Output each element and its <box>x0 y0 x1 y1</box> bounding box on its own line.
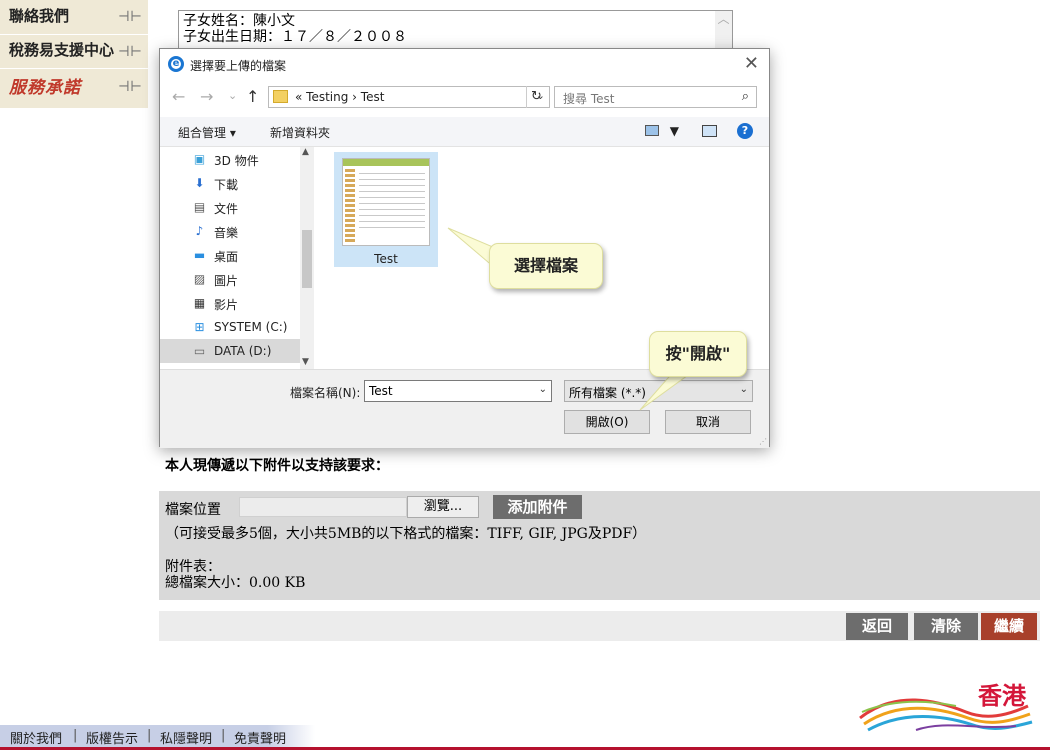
resize-grip-icon[interactable]: ⋰ <box>759 437 767 446</box>
filename-value: Test <box>369 384 393 398</box>
tree-item[interactable]: ♪ 音樂 <box>160 219 300 243</box>
tree-item-icon: ▣ <box>193 152 206 166</box>
file-location-label: 檔案位置 <box>165 502 221 518</box>
request-text: 本人現傳遞以下附件以支持該要求： <box>165 458 389 474</box>
help-icon[interactable]: ? <box>737 123 753 139</box>
callout-press-open: 按"開啟" <box>649 331 747 377</box>
new-folder-button[interactable]: 新增資料夾 <box>270 124 330 141</box>
footer-divider <box>0 747 1050 750</box>
file-location-input[interactable] <box>239 497 407 517</box>
folder-tree: ▣ 3D 物件 ⬇ 下載 ▤ 文件 ♪ 音樂 ▬ 桌面 ▨ 圖片 ▦ 影片 ⊞ SYSTEM (C:) ▭ DAT… <box>160 147 314 369</box>
nav-contact-us[interactable]: 聯絡我們 ⊣⊢ <box>0 0 148 35</box>
tree-item[interactable]: ⬇ 下載 <box>160 171 300 195</box>
tree-item[interactable]: ▤ 文件 <box>160 195 300 219</box>
tree-item[interactable]: ▨ 圖片 <box>160 267 300 291</box>
scroll-up-icon[interactable]: ▲ <box>302 147 309 157</box>
back-button[interactable]: 返回 <box>846 613 908 640</box>
nav-arrow-icon: ⊣⊢ <box>117 44 142 60</box>
tree-item-icon: ▬ <box>193 248 206 262</box>
folder-icon <box>273 90 288 103</box>
tree-item[interactable]: ⊞ SYSTEM (C:) <box>160 315 300 339</box>
textarea-scrollbar[interactable]: ︿ <box>715 11 732 49</box>
file-thumbnail <box>342 158 430 246</box>
file-name-label: Test <box>374 252 398 266</box>
footer-links: 關於我們 | 版權告示 | 私隱聲明 | 免責聲明 <box>0 725 315 747</box>
tree-item-label: 圖片 <box>214 274 239 288</box>
scroll-down-icon[interactable]: ▼ <box>302 357 309 367</box>
up-arrow-icon[interactable]: ↑ <box>246 87 259 106</box>
tree-item[interactable]: ▣ 3D 物件 <box>160 147 300 171</box>
tree-item-icon: ⊞ <box>194 320 205 334</box>
footer-separator: | <box>221 728 226 743</box>
dialog-title: 選擇要上傳的檔案 <box>190 59 287 73</box>
footer-separator: | <box>73 728 78 743</box>
attachment-panel: 檔案位置 瀏覽... 添加附件 （可接受最多5個，大小共5MB的以下格式的檔案：… <box>159 491 1040 600</box>
footer-link-privacy[interactable]: 私隱聲明 <box>160 728 212 747</box>
address-field[interactable]: « Testing › Test ⌄ <box>268 86 550 108</box>
tree-item-label: DATA (D:) <box>214 344 272 358</box>
nav-support-centre-label: 稅務易支援中心 <box>9 41 115 59</box>
nav-service-pledge-label: 服務承諾 <box>9 78 81 98</box>
action-bar: 返回 清除 繼續 <box>159 611 1040 641</box>
accepted-formats-note: （可接受最多5個，大小共5MB的以下格式的檔案：TIFF, GIF, JPG及P… <box>165 526 647 542</box>
child-info-textarea[interactable]: 子女姓名：陳小文 子女出生日期：１７／８／２００８ ︿ <box>178 10 733 50</box>
tree-item-label: 3D 物件 <box>214 154 259 168</box>
tree-item-icon: ▨ <box>193 272 206 286</box>
tree-item-label: 文件 <box>214 202 239 216</box>
tree-item[interactable]: ▬ 桌面 <box>160 243 300 267</box>
nav-support-centre[interactable]: 稅務易支援中心 ⊣⊢ <box>0 35 148 69</box>
nav-arrow-icon: ⊣⊢ <box>117 9 142 25</box>
dialog-toolbar: 組合管理 ▾ 新增資料夾 ▼ ? <box>160 117 769 147</box>
tree-item-label: 影片 <box>214 298 239 312</box>
tree-item[interactable]: ▦ 影片 <box>160 291 300 315</box>
view-dropdown-icon[interactable]: ▼ <box>670 124 679 138</box>
footer-separator: | <box>147 728 152 743</box>
filename-label: 檔案名稱(N): <box>290 386 361 400</box>
tree-scrollbar[interactable]: ▲ ▼ <box>300 147 314 369</box>
breadcrumb[interactable]: « Testing › Test <box>295 90 384 104</box>
footer-link-disclaimer[interactable]: 免責聲明 <box>234 728 286 747</box>
tree-item-icon: ▤ <box>193 200 206 214</box>
browse-button[interactable]: 瀏覽... <box>407 496 479 518</box>
tree-item-icon: ▦ <box>193 296 206 310</box>
tree-item[interactable]: ▭ DATA (D:) <box>160 339 300 363</box>
close-icon[interactable]: ✕ <box>744 53 759 74</box>
continue-button[interactable]: 繼續 <box>981 613 1037 640</box>
search-placeholder: 搜尋 Test <box>563 92 615 106</box>
add-attachment-button[interactable]: 添加附件 <box>493 495 582 519</box>
total-size-label: 總檔案大小：0.00 KB <box>165 575 306 591</box>
tree-item-label: 桌面 <box>214 250 239 264</box>
tree-item-label: 下載 <box>214 178 239 192</box>
ie-icon: e <box>168 56 184 72</box>
file-item-test[interactable]: Test <box>334 152 438 267</box>
search-icon[interactable]: ⌕ <box>742 89 749 104</box>
clear-button[interactable]: 清除 <box>914 613 978 640</box>
attachment-list-label: 附件表： <box>165 559 221 575</box>
back-arrow-icon[interactable]: ← <box>172 87 185 106</box>
tree-item-icon: ⬇ <box>194 176 205 190</box>
footer-link-copyright[interactable]: 版權告示 <box>86 728 138 747</box>
child-name-line: 子女姓名：陳小文 <box>183 13 295 29</box>
attachment-summary: 附件表： 總檔案大小：0.00 KB <box>165 559 305 591</box>
nav-arrow-icon: ⊣⊢ <box>117 79 142 95</box>
preview-pane-icon[interactable] <box>702 125 717 137</box>
recent-locations-icon[interactable]: ⌄ <box>228 89 237 102</box>
nav-service-pledge[interactable]: 服務承諾 ⊣⊢ <box>0 69 148 109</box>
callout-select-file: 選擇檔案 <box>489 243 603 289</box>
logo-text: 香港 <box>978 681 1026 710</box>
tree-item-label: SYSTEM (C:) <box>214 320 288 334</box>
tree-item-icon: ▭ <box>193 344 206 358</box>
tree-item-label: 音樂 <box>214 226 239 240</box>
organize-button[interactable]: 組合管理 ▾ <box>178 124 236 141</box>
view-mode-icon[interactable] <box>645 125 659 136</box>
child-dob-line: 子女出生日期：１７／８／２００８ <box>183 29 407 45</box>
tree-item-icon: ♪ <box>195 224 204 238</box>
footer-link-about[interactable]: 關於我們 <box>10 728 62 747</box>
forward-arrow-icon[interactable]: → <box>200 87 213 106</box>
refresh-icon[interactable]: ↻ <box>526 86 546 108</box>
nav-contact-us-label: 聯絡我們 <box>9 7 70 25</box>
search-input[interactable]: 搜尋 Test ⌕ <box>554 86 757 108</box>
scroll-thumb[interactable] <box>302 230 312 288</box>
dialog-titlebar: e 選擇要上傳的檔案 ✕ <box>160 49 769 81</box>
